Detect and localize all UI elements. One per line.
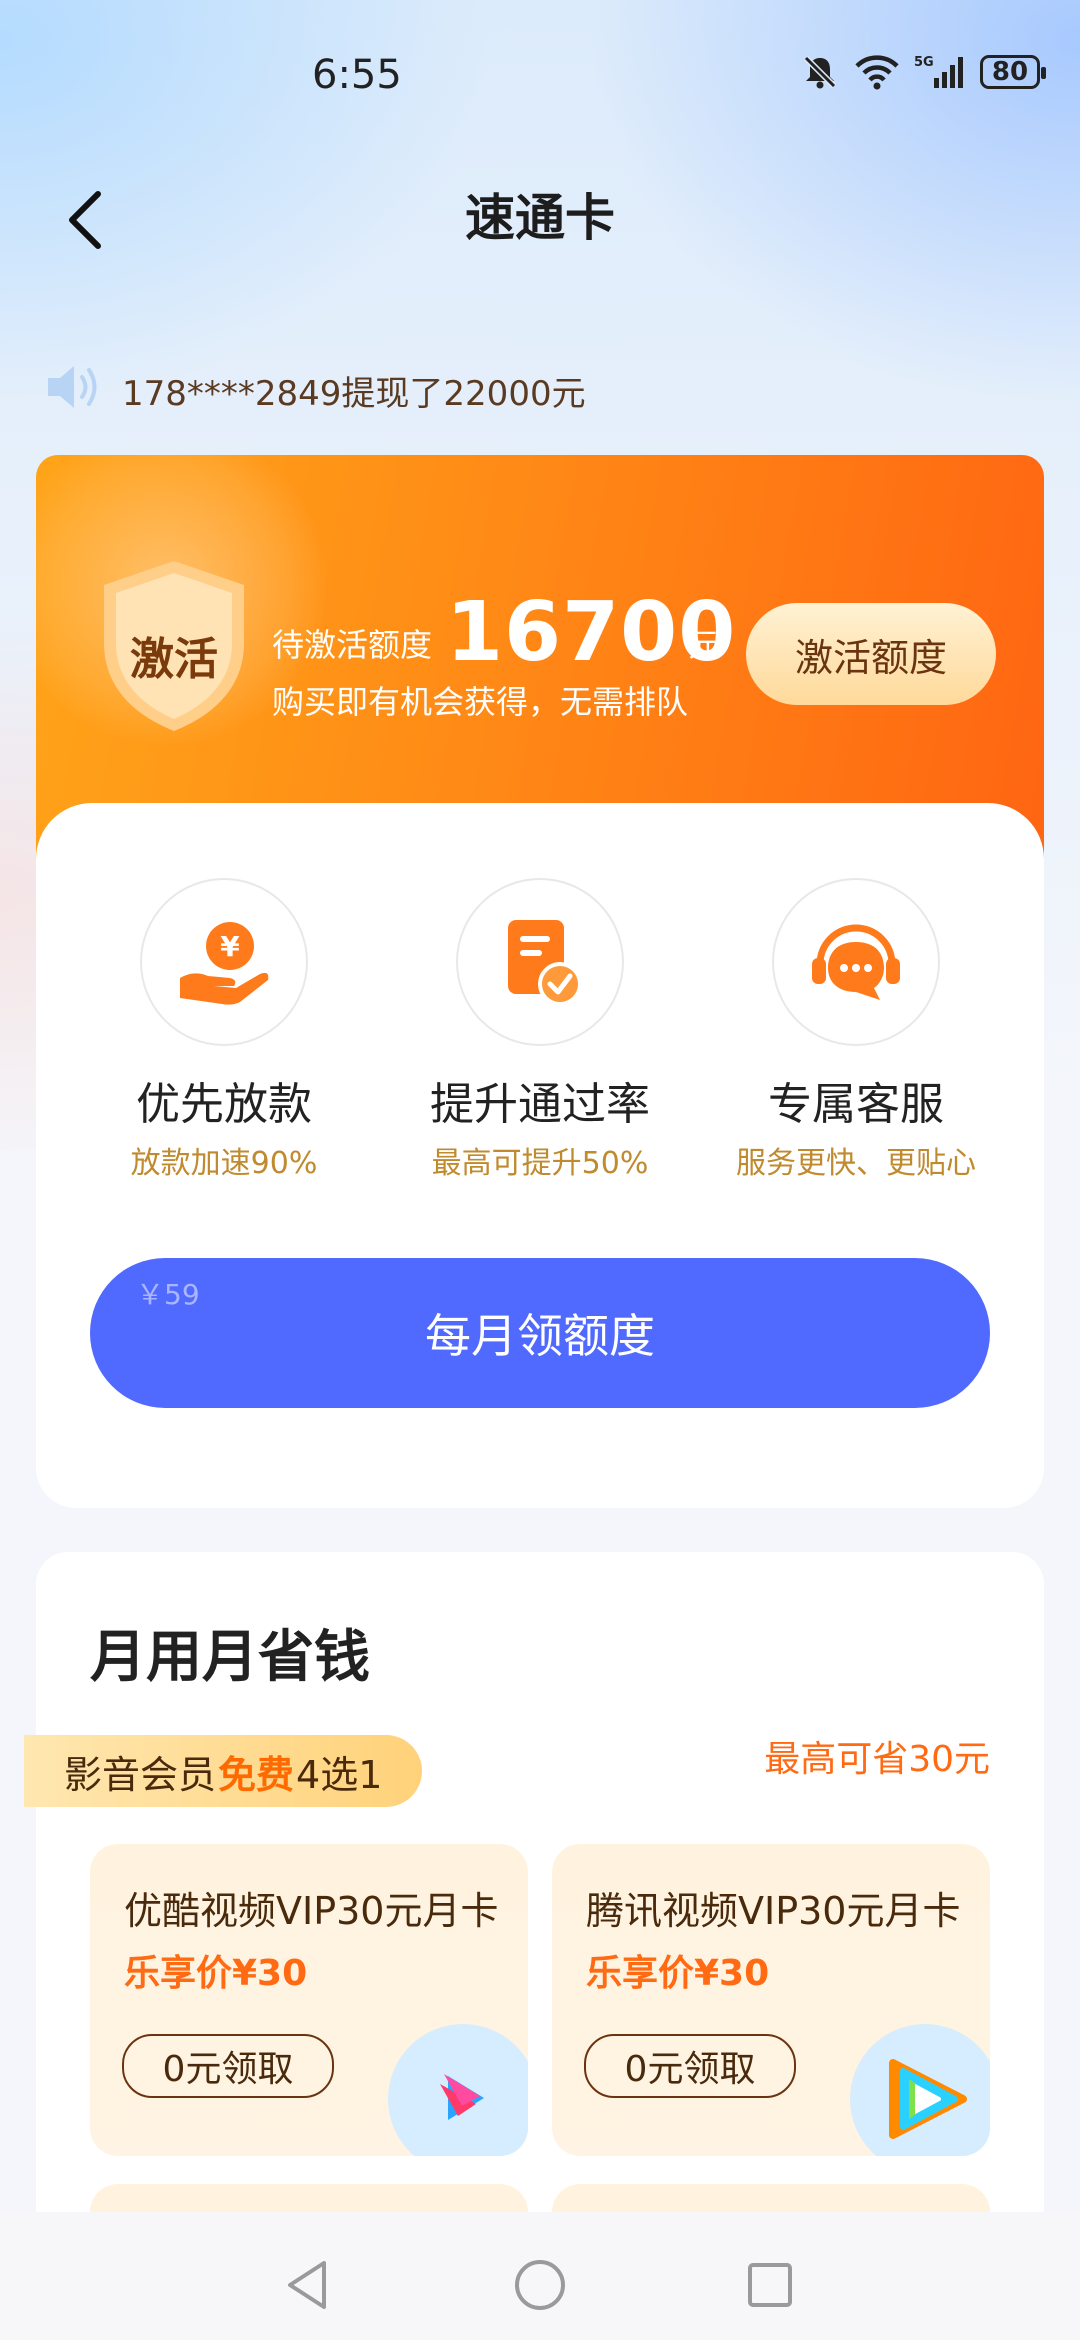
square-recents-icon [748,2263,792,2307]
document-check-icon [508,920,582,1006]
cell-signal-icon: 5G [914,55,963,88]
benefit-subtitle: 放款加速90% [130,1146,318,1181]
benefit-icon-circle: ¥ [140,878,308,1046]
wifi-icon [855,55,899,90]
vip-card-price: 乐享价¥30 [124,1953,308,1994]
youku-logo-icon [388,2024,528,2156]
benefit-subtitle: 服务更快、更贴心 [736,1146,976,1181]
svg-text:¥: ¥ [220,930,240,963]
benefit-icon-circle [456,878,624,1046]
monthly-price: ￥59 [136,1278,200,1311]
activation-subtitle: 购买即有机会获得，无需排队 [272,683,689,721]
claim-button[interactable]: 0元领取 [122,2034,334,2098]
yuan-hand-icon: ¥ [180,922,269,1005]
status-time: 6:55 [312,52,402,98]
benefit-title: 优先放款 [136,1079,312,1130]
mute-bell-icon [803,55,837,89]
vip-card-youku[interactable]: 优酷视频VIP30元月卡 乐享价¥30 0元领取 [90,1844,528,2156]
promo-tag-free: 免费 [218,1752,295,1797]
benefit-icon-circle [772,878,940,1046]
tencent-video-logo-icon [850,2024,990,2156]
network-label: 5G [914,55,934,70]
status-icons: 5G 80 [800,52,1046,92]
benefit-customer-service[interactable]: 专属客服 服务更快、更贴心 [706,878,1006,1182]
promo-tag-suffix: 4选1 [296,1752,383,1797]
pending-label: 待激活额度 [272,626,433,664]
benefit-approval-rate[interactable]: 提升通过率 最高可提升50% [390,878,690,1182]
monthly-quota-button[interactable]: 每月领额度 [90,1258,990,1408]
max-savings: 最高可省30元 [764,1739,990,1780]
vip-card-price: 乐享价¥30 [586,1953,770,1994]
withdraw-ticker: 178****2849提现了22000元 [122,374,586,414]
battery-indicator: 80 [980,55,1046,89]
benefits-card: ¥ 优先放款 放款加速90% 提升通过率 最高可提升50% 专属客服 服务更快、… [36,803,1044,1508]
headset-chat-icon [812,924,900,1000]
claim-button[interactable]: 0元领取 [584,2034,796,2098]
promo-tag-prefix: 影音会员 [64,1752,217,1797]
nav-recents-button[interactable] [735,2250,805,2320]
triangle-back-icon [288,2261,326,2309]
nav-home-button[interactable] [505,2250,575,2320]
vip-card-tencent[interactable]: 腾讯视频VIP30元月卡 乐享价¥30 0元领取 [552,1844,990,2156]
pending-unit: 元 [688,626,721,664]
page-title: 速通卡 [465,189,615,247]
savings-title: 月用月省钱 [90,1625,370,1690]
vip-card-name: 优酷视频VIP30元月卡 [124,1889,499,1933]
benefit-priority-loan[interactable]: ¥ 优先放款 放款加速90% [74,878,374,1182]
vip-card-name: 腾讯视频VIP30元月卡 [586,1889,961,1933]
promo-tag: 影音会员 免费 4选1 [24,1735,423,1807]
activate-quota-button[interactable]: 激活额度 [746,603,996,705]
benefit-title: 专属客服 [768,1079,944,1130]
speaker-icon [48,366,97,408]
nav-back-button[interactable] [272,2250,342,2320]
shield-badge-text: 激活 [130,634,218,685]
circle-home-icon [515,2260,565,2310]
benefit-title: 提升通过率 [430,1079,650,1130]
benefit-subtitle: 最高可提升50% [431,1146,649,1181]
